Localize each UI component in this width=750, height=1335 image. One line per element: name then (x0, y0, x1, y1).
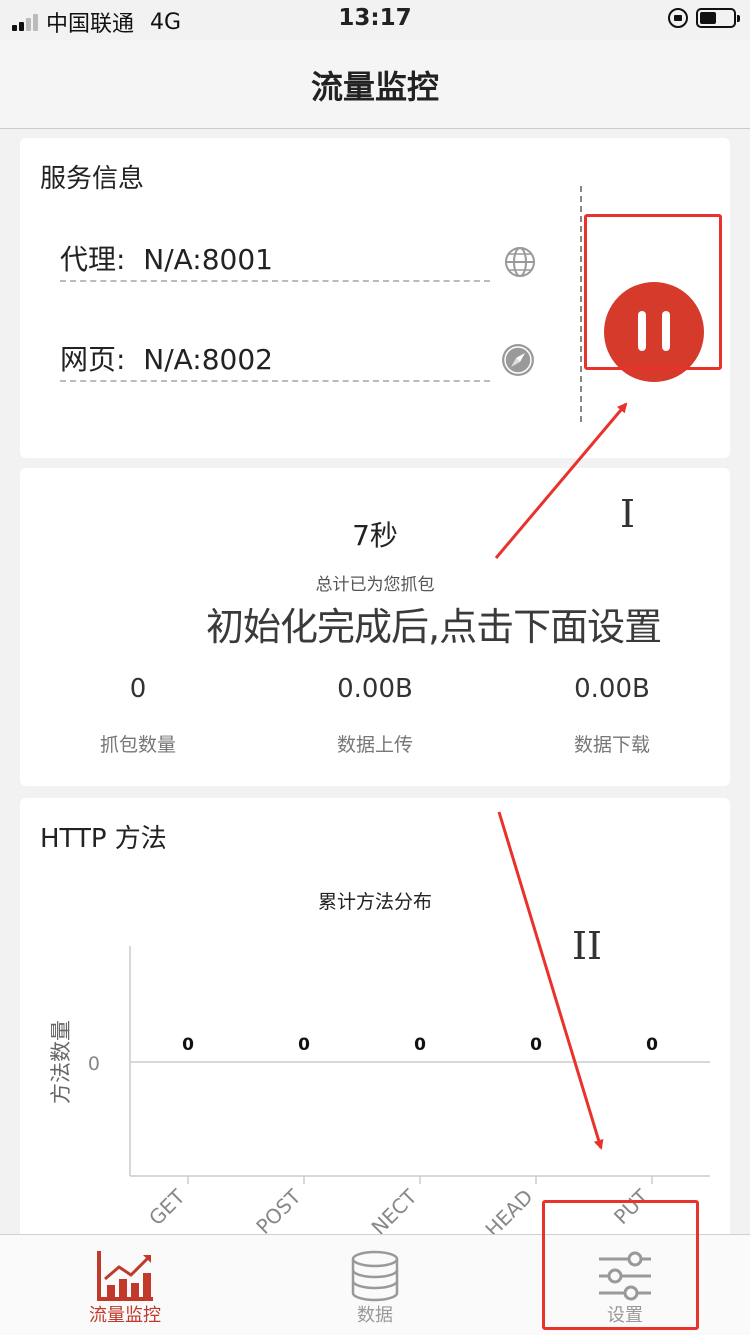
rotation-lock-icon (668, 8, 688, 28)
instruction-annotation: 初始化完成后,点击下面设置 (206, 605, 662, 649)
tab-data[interactable]: 数据 (250, 1235, 500, 1335)
packet-count-label: 抓包数量 (99, 734, 176, 756)
y-axis-label: 方法数量 (49, 1020, 73, 1104)
service-info-title: 服务信息 (40, 164, 145, 194)
tab-traffic-monitor[interactable]: 流量监控 (0, 1235, 250, 1335)
globe-icon[interactable] (503, 245, 537, 279)
proxy-label: 代理: N/A:8001 (60, 243, 273, 276)
status-time: 13:17 (338, 5, 412, 31)
step-one-label: I (620, 492, 636, 536)
status-right (668, 8, 740, 28)
packet-count-value: 0 (129, 674, 147, 704)
x-tick-label-post: POST (251, 1184, 306, 1238)
upload-label: 数据上传 (336, 734, 413, 756)
download-label: 数据下载 (573, 734, 650, 756)
value-label-connect: 0 (414, 1035, 426, 1055)
download-value: 0.00B (574, 674, 650, 704)
page-title: 流量监控 (310, 68, 439, 106)
proxy-address: N/A:8001 (143, 243, 273, 276)
web-row[interactable]: 网页: N/A:8002 (60, 334, 490, 382)
method-distribution-chart: 累计方法分布 方法数量 00GET0POST0NECT0HEAD0PUT (49, 891, 710, 1238)
battery-icon (696, 8, 740, 28)
service-divider (580, 186, 582, 422)
http-methods-card: HTTP 方法 累计方法分布 方法数量 0 0 GET 0 POST 0 NECT 0 HEAD… (20, 798, 730, 1238)
compass-icon[interactable] (501, 343, 535, 377)
x-tick-label-connect: NECT (367, 1184, 423, 1238)
value-label-put: 0 (646, 1035, 658, 1055)
nav-bar: 流量监控 (0, 40, 750, 129)
chart-trend-icon (97, 1251, 153, 1301)
highlight-box-toggle (584, 214, 722, 370)
service-info-card: 服务信息 代理: N/A:8001 网页: N/A:8002 (20, 138, 730, 458)
highlight-box-settings (542, 1200, 699, 1330)
chart-title: 累计方法分布 (318, 891, 432, 913)
step-two-label: II (572, 924, 603, 968)
x-tick-label-head: HEAD (480, 1185, 537, 1238)
elapsed-label: 总计已为您抓包 (315, 575, 435, 595)
web-label: 网页: N/A:8002 (60, 343, 273, 376)
database-icon (351, 1250, 399, 1302)
value-label-head: 0 (530, 1035, 542, 1055)
y-tick-label: 0 (88, 1053, 100, 1075)
tab-label-traffic: 流量监控 (89, 1305, 161, 1326)
upload-value: 0.00B (337, 674, 413, 704)
value-label-post: 0 (298, 1035, 310, 1055)
status-bar: 中国联通 4G 13:17 (0, 0, 750, 40)
x-tick-label-get: GET (144, 1184, 190, 1230)
tab-label-data: 数据 (357, 1305, 393, 1326)
web-address: N/A:8002 (143, 343, 273, 376)
proxy-row[interactable]: 代理: N/A:8001 (60, 234, 490, 282)
value-label-get: 0 (182, 1035, 194, 1055)
